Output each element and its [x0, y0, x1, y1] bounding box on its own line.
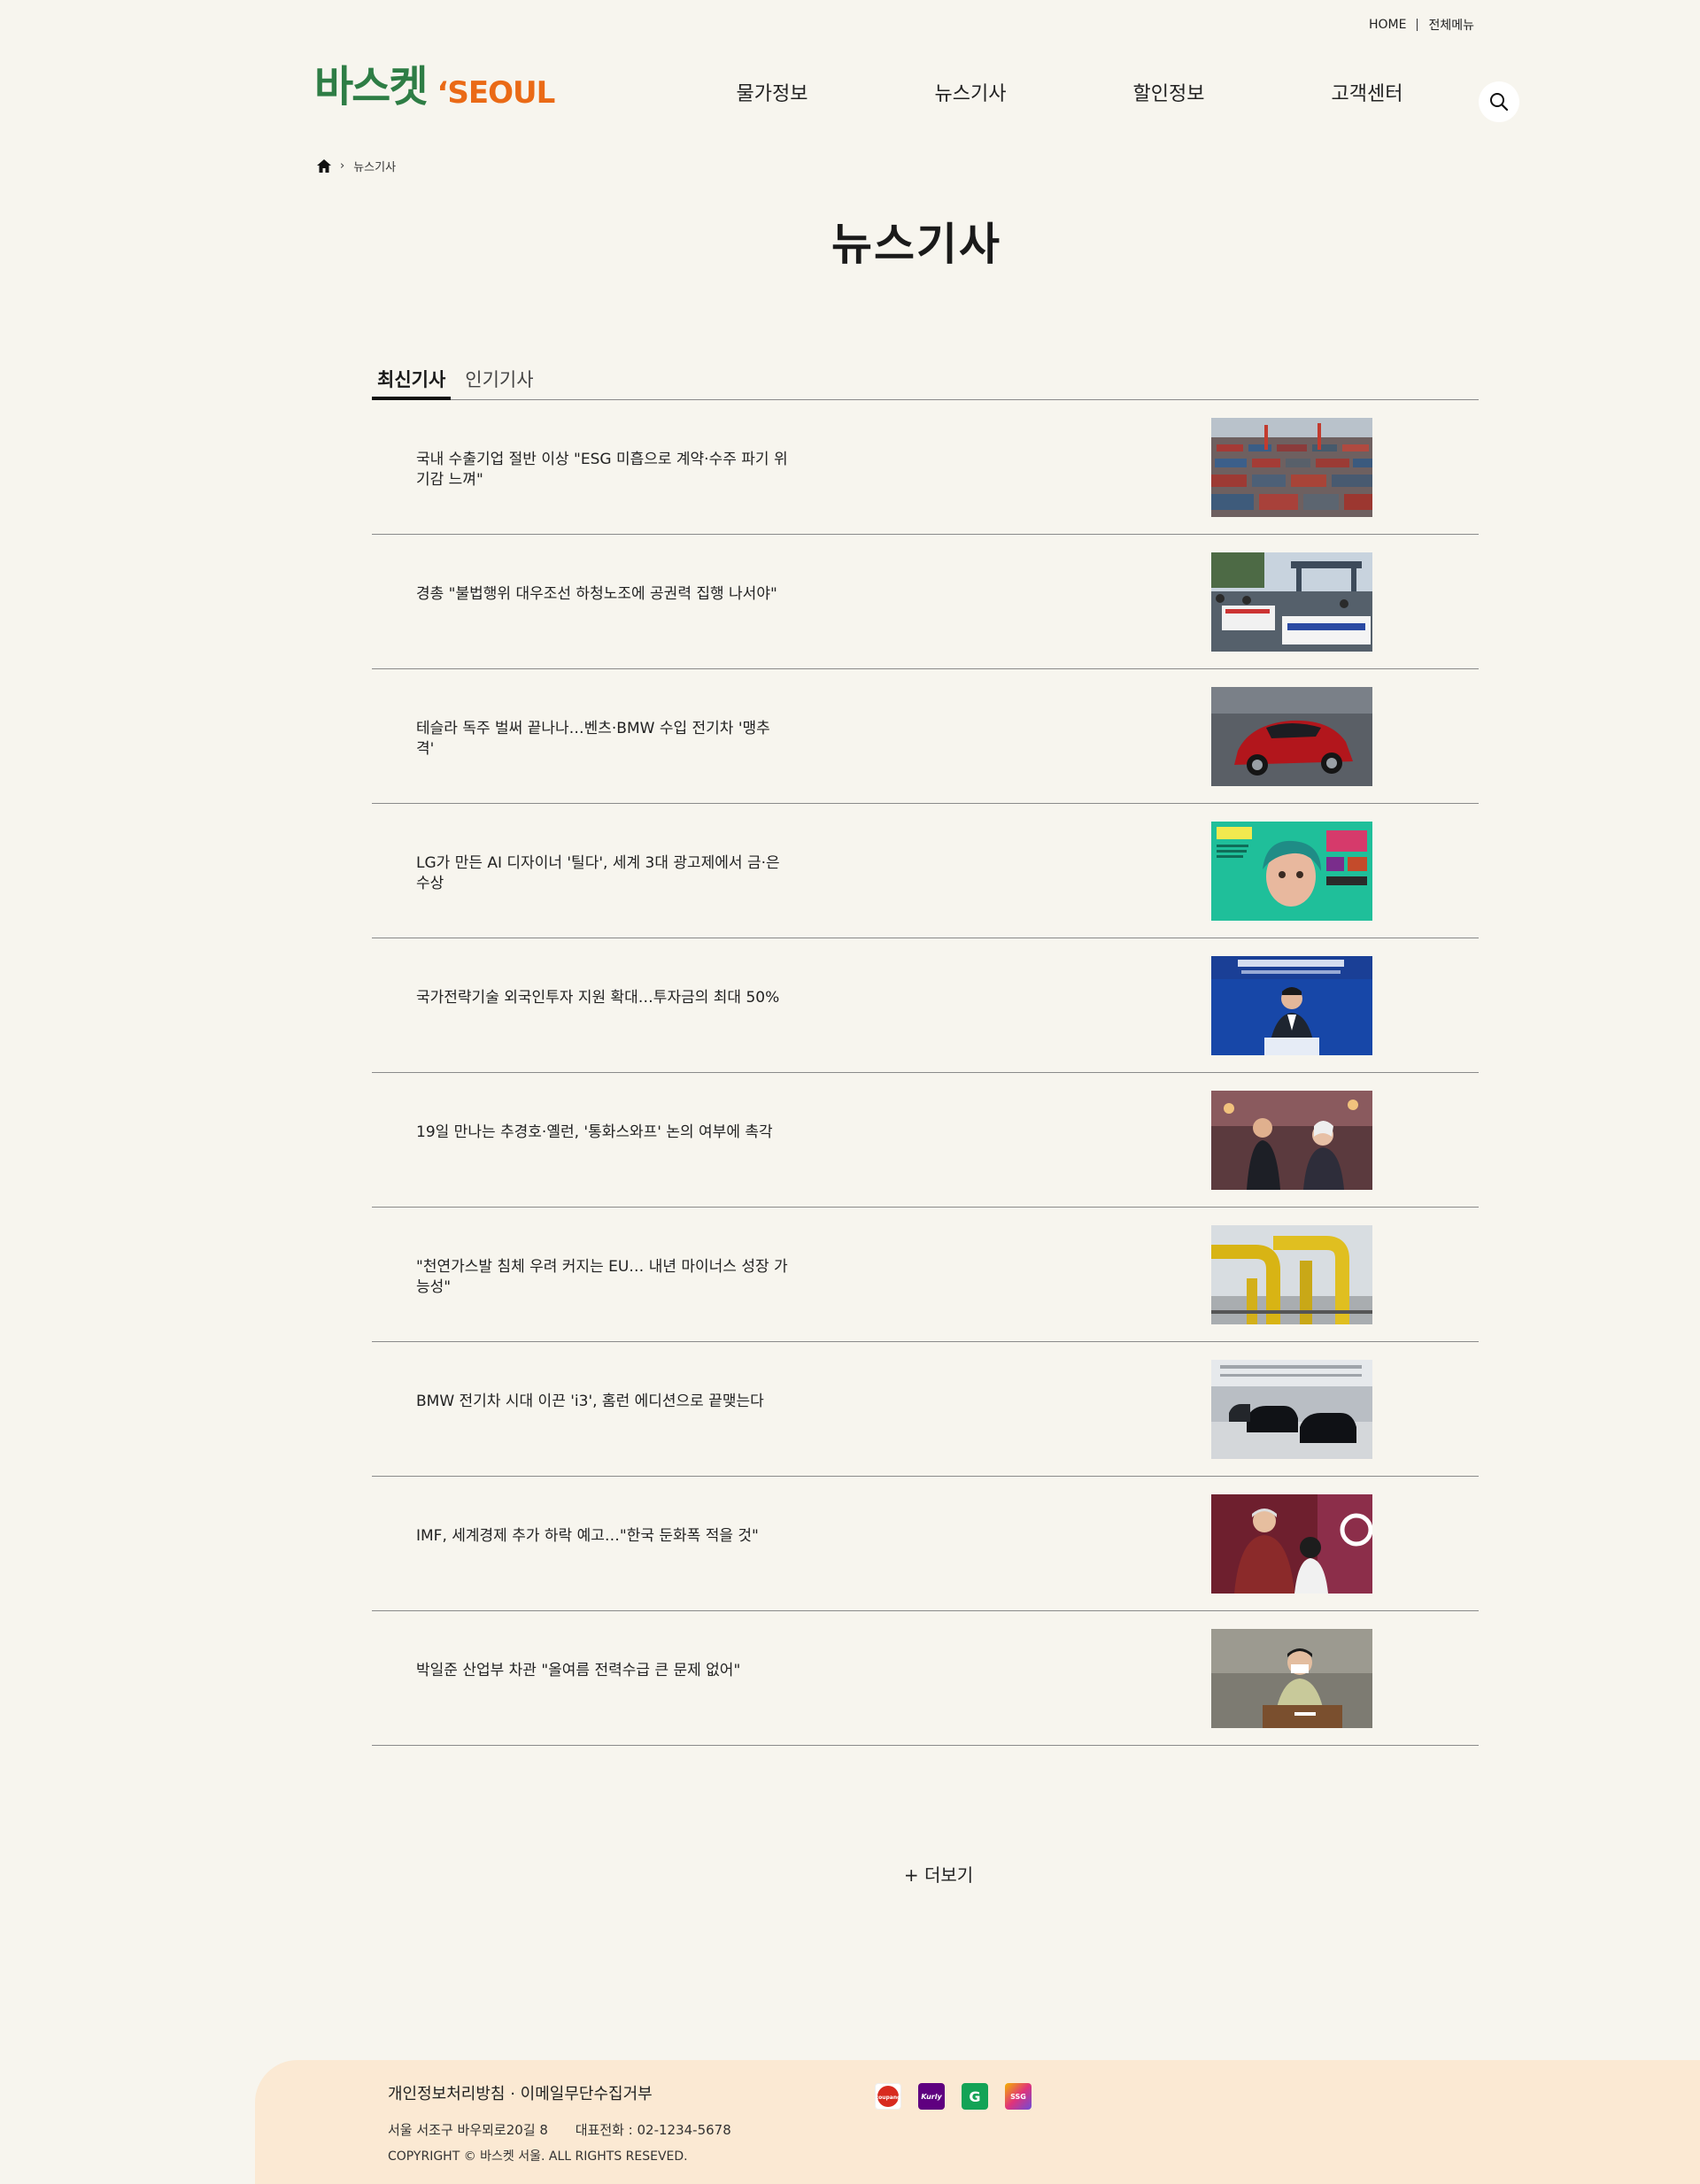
article-title[interactable]: 경총 "불법행위 대우조선 하청노조에 공권력 집행 나서야" [416, 584, 788, 605]
article-row[interactable]: 박일준 산업부 차관 "올여름 전력수급 큰 문제 없어" [372, 1611, 1479, 1746]
article-thumbnail[interactable] [1211, 687, 1372, 786]
article-thumbnail[interactable] [1211, 822, 1372, 921]
footer: 개인정보처리방침 · 이메일무단수집거부 서울 서조구 바우뫼로20길 8 대표… [255, 2060, 1700, 2184]
breadcrumb: › 뉴스기사 [317, 158, 396, 174]
svg-text:coupang: coupang [877, 2095, 900, 2101]
article-title[interactable]: BMW 전기차 시대 이끈 'i3', 홈런 에디션으로 끝맺는다 [416, 1392, 788, 1412]
load-more-button[interactable]: + 더보기 [0, 1861, 1700, 1887]
home-icon[interactable] [317, 159, 331, 173]
page-title: 뉴스기사 [831, 219, 1001, 270]
article-thumbnail[interactable] [1211, 552, 1372, 652]
tab-latest[interactable]: 최신기사 [372, 365, 452, 400]
ssg-logo-icon[interactable]: SSG [1005, 2083, 1032, 2110]
article-row[interactable]: IMF, 세계경제 추가 하락 예고…"한국 둔화폭 적을 것" [372, 1477, 1479, 1611]
nav-news[interactable]: 뉴스기사 [871, 78, 1070, 106]
nav-price-info[interactable]: 물가정보 [673, 78, 871, 106]
article-title[interactable]: 테슬라 독주 벌써 끝나나…벤츠·BMW 수입 전기차 '맹추격' [416, 719, 788, 760]
search-button[interactable] [1479, 81, 1519, 122]
copyright: COPYRIGHT © 바스켓 서울. ALL RIGHTS RESEVED. [388, 2149, 688, 2164]
home-link[interactable]: HOME [1369, 18, 1406, 32]
utility-links: HOME 전체메뉴 [1369, 16, 1474, 34]
article-thumbnail[interactable] [1211, 1091, 1372, 1190]
article-thumbnail[interactable] [1211, 418, 1372, 517]
article-row[interactable]: 국가전략기술 외국인투자 지원 확대…투자금의 최대 50% [372, 938, 1479, 1073]
article-thumbnail[interactable] [1211, 1360, 1372, 1459]
all-menu-link[interactable]: 전체메뉴 [1428, 16, 1474, 34]
logo-korean-text: 바스켓 [314, 62, 428, 112]
nav-discount-info[interactable]: 할인정보 [1070, 78, 1268, 106]
article-row[interactable]: 19일 만나는 추경호·옐런, '통화스와프' 논의 여부에 촉각 [372, 1073, 1479, 1208]
article-row[interactable]: LG가 만든 AI 디자이너 '틸다', 세계 3대 광고제에서 금·은 수상 [372, 804, 1479, 938]
article-thumbnail[interactable] [1211, 1629, 1372, 1728]
article-title[interactable]: 박일준 산업부 차관 "올여름 전력수급 큰 문제 없어" [416, 1661, 788, 1681]
article-row[interactable]: 테슬라 독주 벌써 끝나나…벤츠·BMW 수입 전기차 '맹추격' [372, 669, 1479, 804]
article-title[interactable]: IMF, 세계경제 추가 하락 예고…"한국 둔화폭 적을 것" [416, 1526, 788, 1547]
article-thumbnail[interactable] [1211, 956, 1372, 1055]
article-row[interactable]: BMW 전기차 시대 이끈 'i3', 홈런 에디션으로 끝맺는다 [372, 1342, 1479, 1477]
logo-english-text: ‘SEOUL [437, 75, 555, 111]
chevron-right-icon: › [340, 159, 345, 173]
nav-customer-center[interactable]: 고객센터 [1268, 78, 1466, 106]
article-thumbnail[interactable] [1211, 1494, 1372, 1594]
article-title[interactable]: 국내 수출기업 절반 이상 "ESG 미흡으로 계약·수주 파기 위기감 느껴" [416, 450, 788, 490]
site-logo[interactable]: 바스켓 ‘SEOUL [314, 62, 555, 112]
article-row[interactable]: 경총 "불법행위 대우조선 하청노조에 공권력 집행 나서야" [372, 535, 1479, 669]
article-title[interactable]: "천연가스발 침체 우려 커지는 EU… 내년 마이너스 성장 가능성" [416, 1257, 788, 1298]
breadcrumb-current: 뉴스기사 [353, 161, 397, 174]
tab-popular[interactable]: 인기기사 [460, 365, 538, 400]
article-title[interactable]: LG가 만든 AI 디자이너 '틸다', 세계 3대 광고제에서 금·은 수상 [416, 853, 788, 894]
partner-logos: coupang Kurly G SSG [875, 2083, 1048, 2110]
footer-address: 서울 서조구 바우뫼로20길 8 대표전화 : 02-1234-5678 [388, 2120, 731, 2139]
article-thumbnail[interactable] [1211, 1225, 1372, 1324]
kurly-logo-icon[interactable]: Kurly [918, 2083, 945, 2110]
main-nav: 물가정보 뉴스기사 할인정보 고객센터 [673, 78, 1466, 106]
address-text: 서울 서조구 바우뫼로20길 8 [388, 2122, 548, 2138]
coupang-logo-icon[interactable]: coupang [875, 2083, 901, 2110]
divider [1417, 19, 1418, 31]
phone-text: 대표전화 : 02-1234-5678 [575, 2122, 731, 2138]
g-market-logo-icon[interactable]: G [962, 2083, 988, 2110]
article-row[interactable]: "천연가스발 침체 우려 커지는 EU… 내년 마이너스 성장 가능성" [372, 1208, 1479, 1342]
footer-policy-links[interactable]: 개인정보처리방침 · 이메일무단수집거부 [388, 2081, 653, 2104]
article-tabs: 최신기사 인기기사 [372, 365, 1479, 400]
search-icon [1490, 93, 1509, 112]
article-row[interactable]: 국내 수출기업 절반 이상 "ESG 미흡으로 계약·수주 파기 위기감 느껴" [372, 400, 1479, 535]
article-list: 국내 수출기업 절반 이상 "ESG 미흡으로 계약·수주 파기 위기감 느껴" [372, 400, 1479, 1746]
article-title[interactable]: 19일 만나는 추경호·옐런, '통화스와프' 논의 여부에 촉각 [416, 1123, 788, 1143]
article-title[interactable]: 국가전략기술 외국인투자 지원 확대…투자금의 최대 50% [416, 988, 788, 1008]
